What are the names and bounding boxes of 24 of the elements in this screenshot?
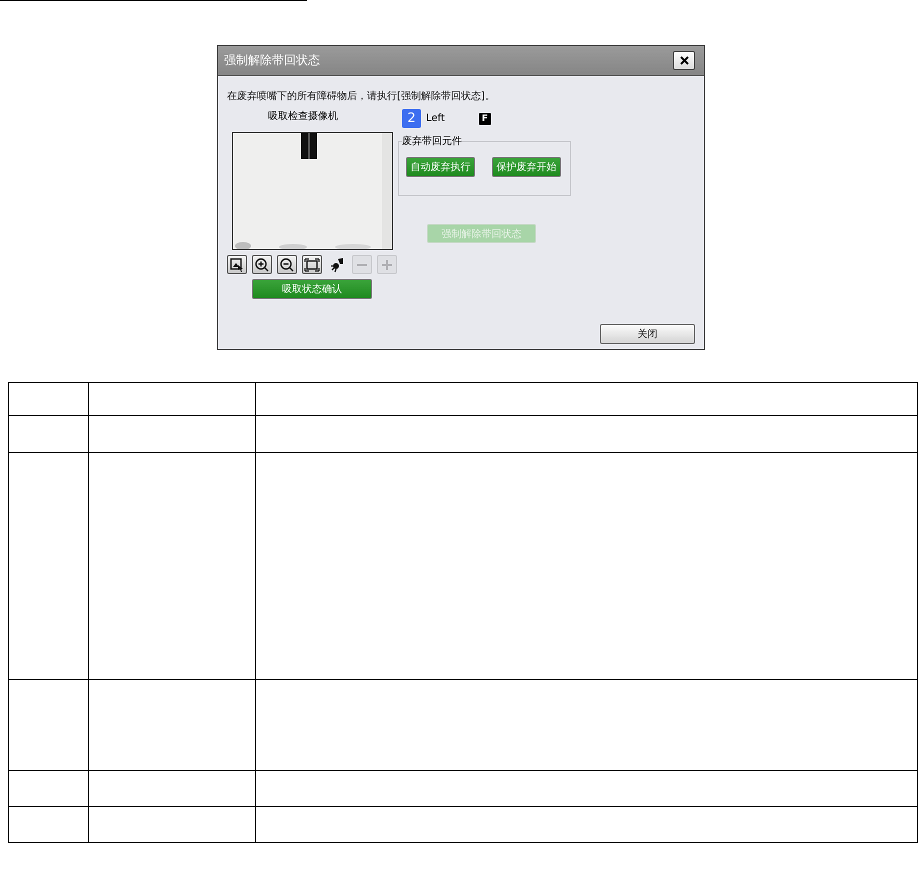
close-icon — [680, 56, 688, 65]
window-title: 强制解除带回状态 — [224, 52, 320, 69]
fit-icon — [304, 256, 320, 272]
close-button[interactable]: 关闭 — [600, 324, 695, 344]
action-button[interactable]: 保护废弃开始 — [492, 157, 561, 177]
image-cursor-icon — [229, 256, 245, 272]
zoom-out-icon — [279, 256, 295, 272]
side-label: Left — [426, 113, 445, 124]
camera-label: 吸取检查摄像机 — [267, 111, 339, 123]
zoom-in-icon — [254, 256, 270, 272]
action-button[interactable]: 自动废弃执行 — [406, 157, 475, 177]
nozzle-icon — [329, 256, 345, 272]
zoom-in-button[interactable] — [252, 255, 272, 274]
plus-icon — [382, 260, 392, 270]
image-cursor-button[interactable] — [227, 255, 247, 274]
group-title: 废弃带回元件 — [402, 134, 462, 148]
flag-badge: F — [478, 112, 491, 124]
close-button[interactable] — [673, 51, 695, 70]
zoom-out-button[interactable] — [277, 255, 297, 274]
confirm-button[interactable]: 吸取状态确认 — [252, 279, 372, 299]
minus-icon — [357, 264, 367, 266]
nozzle-number: 2 — [402, 109, 421, 128]
instruction-text: 在废弃喷嘴下的所有障碍物后，请执行[强制解除带回状态]。 — [227, 91, 496, 103]
fit-button[interactable] — [302, 255, 322, 274]
